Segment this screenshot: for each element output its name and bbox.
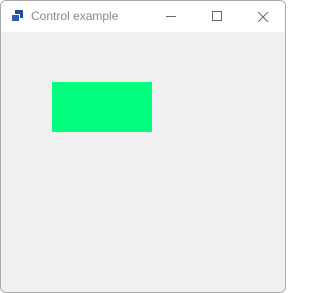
green-panel[interactable] (52, 82, 152, 132)
maximize-button[interactable] (194, 1, 240, 32)
close-icon (257, 11, 269, 23)
maximize-icon (212, 11, 222, 21)
close-button[interactable] (240, 1, 285, 32)
title-bar[interactable]: Control example (1, 1, 285, 32)
app-window: Control example (0, 0, 286, 293)
minimize-icon (166, 16, 176, 17)
client-area (1, 32, 285, 292)
window-title: Control example (31, 9, 119, 23)
app-window-icon[interactable] (11, 10, 23, 22)
minimize-button[interactable] (148, 1, 194, 32)
